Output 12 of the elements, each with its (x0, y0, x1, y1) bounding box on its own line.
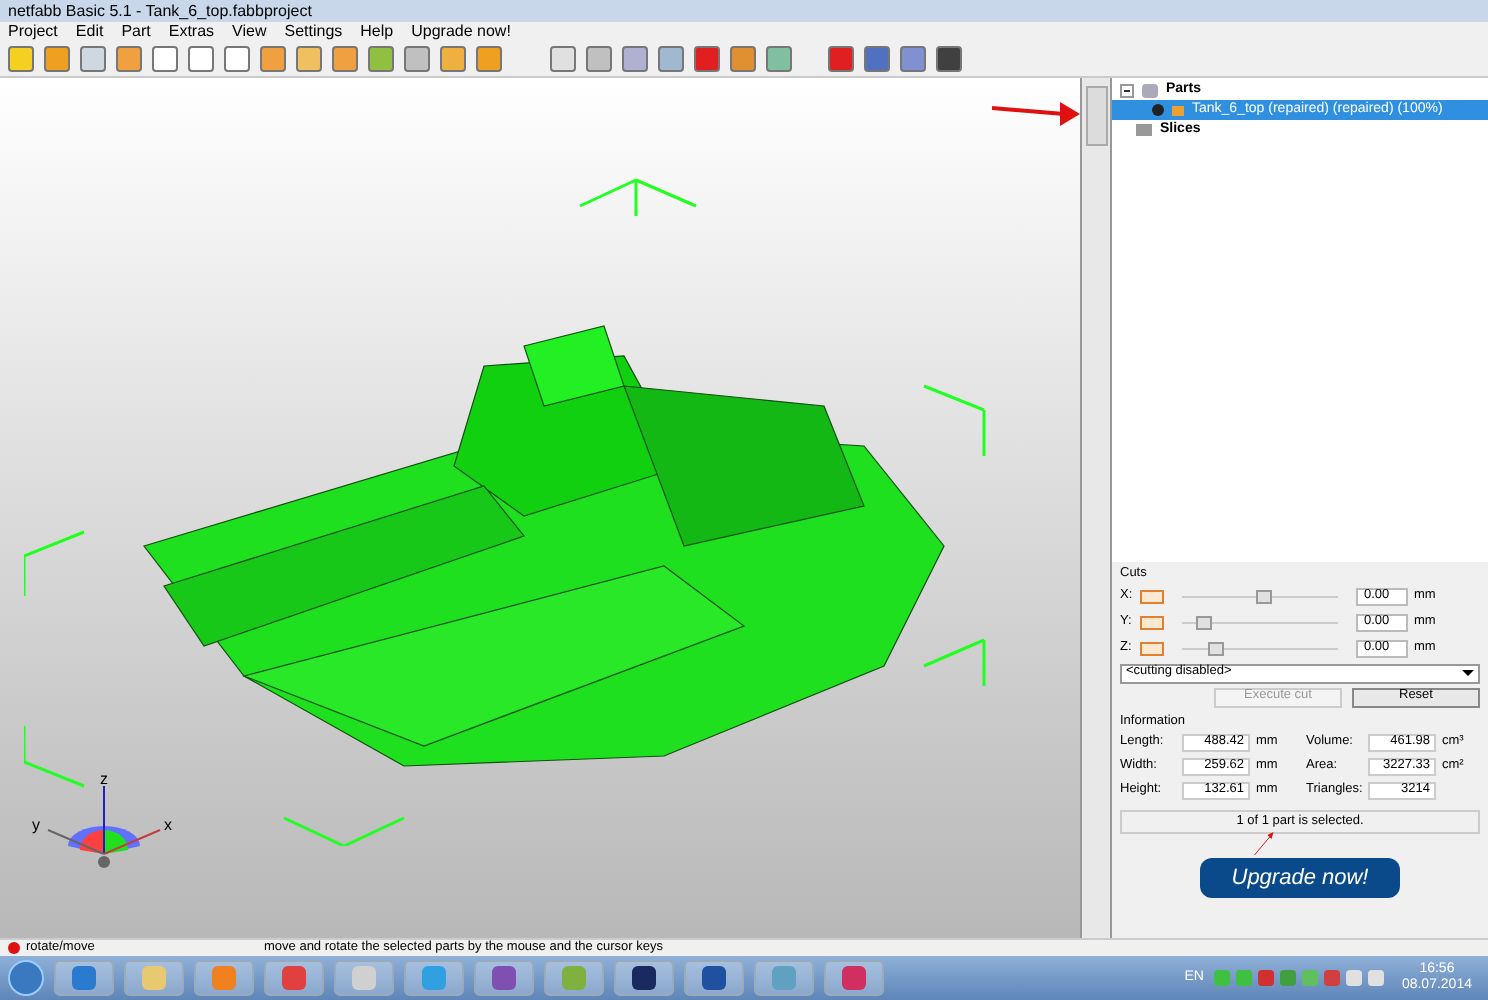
menu-item[interactable]: Upgrade now! (411, 24, 511, 40)
menu-item[interactable]: Settings (284, 24, 343, 40)
upgrade-button[interactable]: Upgrade now! (1200, 858, 1400, 898)
axis-gizmo-drawing: z y x (28, 770, 180, 890)
menu-item[interactable]: View (232, 24, 267, 40)
window-title: netfabb Basic 5.1 - Tank_6_top.fabbproject (8, 3, 312, 19)
menu-item[interactable]: Project (8, 24, 58, 40)
menu-item[interactable]: Help (360, 24, 394, 40)
menu-item[interactable]: Edit (75, 24, 104, 40)
menu-item[interactable]: Extras (168, 24, 215, 40)
3d-viewport[interactable]: z y x (0, 78, 1080, 938)
menu-item[interactable]: Part (121, 24, 151, 40)
